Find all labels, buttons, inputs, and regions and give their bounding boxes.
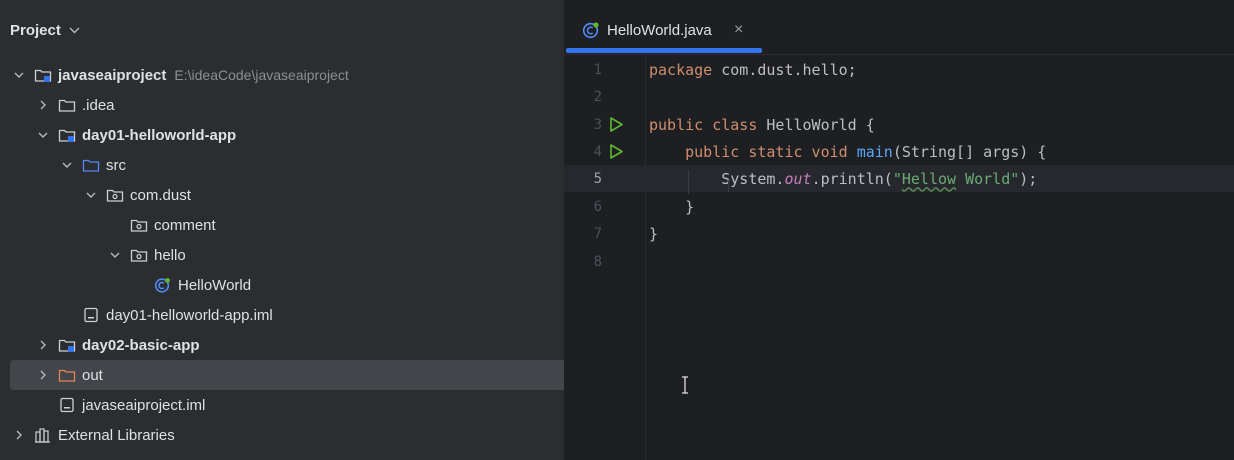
tree-item-com-dust[interactable]: com.dust xyxy=(0,180,564,210)
tree-item-comment[interactable]: comment xyxy=(0,210,564,240)
package-icon xyxy=(106,187,124,203)
package-icon xyxy=(130,217,148,233)
tree-item-day01-helloworld-app[interactable]: day01-helloworld-app xyxy=(0,120,564,150)
line-number: 1 xyxy=(593,61,602,78)
project-title: Project xyxy=(10,21,61,39)
close-icon[interactable]: × xyxy=(734,21,743,39)
tree-item-day01-iml[interactable]: day01-helloworld-app.iml xyxy=(0,300,564,330)
code-text: public static void main(String[] args) { xyxy=(685,142,1047,161)
line-number: 3 xyxy=(593,116,602,133)
editor-tab-bar: HelloWorld.java × xyxy=(564,0,1234,55)
chevron-down-icon[interactable] xyxy=(60,158,74,172)
module-folder-icon xyxy=(58,127,76,143)
indent-guide xyxy=(728,180,729,192)
chevron-right-icon[interactable] xyxy=(36,368,50,382)
package-icon xyxy=(130,247,148,263)
project-path: E:\ideaCode\javaseaiproject xyxy=(174,67,349,83)
code-line[interactable]: 3 public class HelloWorld { xyxy=(564,111,1234,138)
tree-item-label: hello xyxy=(154,246,186,264)
tab-helloworld-java[interactable]: HelloWorld.java × xyxy=(564,10,762,50)
spelling-warning: Hellow xyxy=(901,169,957,188)
indent-guide xyxy=(688,170,689,194)
code-line[interactable]: 1 package com.dust.hello; xyxy=(564,56,1234,83)
chevron-down-icon[interactable] xyxy=(84,188,98,202)
active-tab-indicator xyxy=(566,48,762,53)
code-text: System.out.println("Hellow World"); xyxy=(649,169,1038,188)
code-line[interactable]: 4 public static void main(String[] args)… xyxy=(564,138,1234,165)
chevron-down-icon[interactable] xyxy=(108,248,122,262)
iml-file-icon xyxy=(58,397,76,413)
tree-item-label: day02-basic-app xyxy=(82,336,200,354)
tree-item-hello[interactable]: hello xyxy=(0,240,564,270)
run-icon[interactable] xyxy=(608,116,625,133)
tree-item-label: day01-helloworld-app xyxy=(82,126,237,144)
code-text: package com.dust.hello; xyxy=(649,60,857,79)
code-line[interactable]: 6 } xyxy=(564,193,1234,220)
tree-item-javaseaiproject-iml[interactable]: javaseaiproject.iml xyxy=(0,390,564,420)
tree-item-label: out xyxy=(82,366,103,384)
tree-item-label: .idea xyxy=(82,96,115,114)
java-class-icon xyxy=(582,22,599,39)
tree-item-helloworld[interactable]: HelloWorld xyxy=(0,270,564,300)
code-text: } xyxy=(649,224,659,243)
iml-file-icon xyxy=(82,307,100,323)
run-icon[interactable] xyxy=(608,143,625,160)
line-number: 8 xyxy=(593,253,602,270)
tree-item-idea[interactable]: .idea xyxy=(0,90,564,120)
tree-item-label: HelloWorld xyxy=(178,276,252,294)
line-number: 4 xyxy=(593,143,602,160)
code-text: public class HelloWorld { xyxy=(649,115,875,134)
tree-item-day02-basic-app[interactable]: day02-basic-app xyxy=(0,330,564,360)
module-folder-icon xyxy=(58,337,76,353)
chevron-down-icon xyxy=(69,23,80,37)
source-folder-icon xyxy=(82,157,100,173)
tree-item-javaseaiproject[interactable]: javaseaiproject E:\ideaCode\javaseaiproj… xyxy=(0,60,564,90)
module-folder-icon xyxy=(34,67,52,83)
code-line[interactable]: 2 xyxy=(564,83,1234,110)
tab-label: HelloWorld.java xyxy=(607,21,712,39)
chevron-right-icon[interactable] xyxy=(36,338,50,352)
code-line[interactable]: 8 xyxy=(564,248,1234,275)
tree-item-out[interactable]: out xyxy=(10,360,564,390)
code-line[interactable]: 7 } xyxy=(564,220,1234,247)
tree-item-external-libraries[interactable]: External Libraries xyxy=(0,420,564,450)
tree-item-label: src xyxy=(106,156,126,174)
tree-item-label: javaseaiproject xyxy=(58,66,167,84)
libraries-icon xyxy=(34,427,52,443)
tree-item-label: com.dust xyxy=(130,186,191,204)
tree-item-label: day01-helloworld-app.iml xyxy=(106,306,273,324)
code-line-current[interactable]: 5 System.out.println("Hellow World"); xyxy=(564,165,1234,192)
tree-item-label: External Libraries xyxy=(58,426,175,444)
chevron-right-icon[interactable] xyxy=(12,428,26,442)
code-editor[interactable]: HelloWorld.java × 1 package com.dust.hel… xyxy=(564,0,1234,460)
project-tool-window: Project javaseaiproject E:\ideaCode\java… xyxy=(0,0,564,460)
code-text: } xyxy=(649,197,695,216)
line-number: 7 xyxy=(593,225,602,242)
project-view-selector[interactable]: Project xyxy=(10,18,80,42)
tree-item-src[interactable]: src xyxy=(0,150,564,180)
line-number: 6 xyxy=(593,198,602,215)
chevron-down-icon[interactable] xyxy=(36,128,50,142)
excluded-folder-icon xyxy=(58,367,76,383)
chevron-down-icon[interactable] xyxy=(12,68,26,82)
tree-item-label: javaseaiproject.iml xyxy=(82,396,206,414)
text-cursor-icon xyxy=(682,376,688,394)
line-number: 2 xyxy=(593,88,602,105)
java-class-icon xyxy=(154,277,172,293)
tree-item-label: comment xyxy=(154,216,216,234)
folder-icon xyxy=(58,97,76,113)
chevron-right-icon[interactable] xyxy=(36,98,50,112)
line-number: 5 xyxy=(593,170,602,187)
